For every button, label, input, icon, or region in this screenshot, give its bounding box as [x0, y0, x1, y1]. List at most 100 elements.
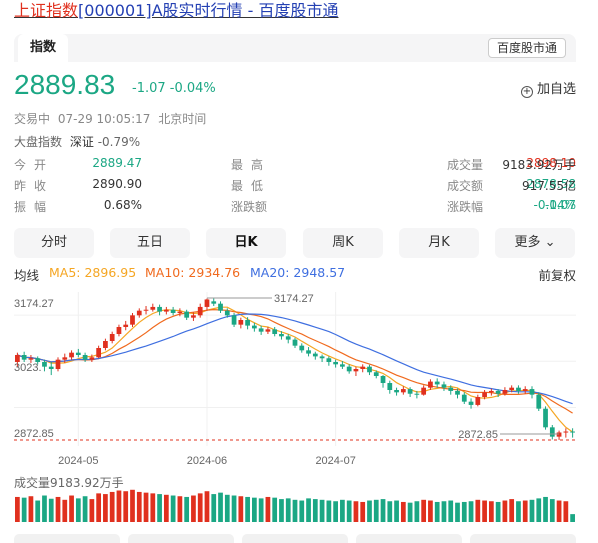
adjust-toggle[interactable]: 前复权: [538, 265, 576, 284]
candle-body: [191, 315, 196, 318]
tab-index[interactable]: 指数: [18, 34, 69, 62]
volume-bar: [394, 500, 399, 522]
period-1[interactable]: 五日: [110, 228, 190, 258]
volume-bar: [258, 498, 264, 522]
volume-bar: [509, 499, 515, 522]
stats-row: 今开 2889.47 最高 2898.10 成交量 9183.92万手: [14, 156, 576, 177]
stat-label: 最低: [231, 179, 272, 193]
volume-bar: [448, 500, 454, 522]
y-label-mid: 3023.: [14, 362, 42, 374]
bottom-tab-2[interactable]: [128, 534, 234, 543]
candle-body: [434, 381, 440, 385]
volume-bar: [455, 502, 460, 522]
volume-bar: [306, 498, 311, 522]
stat-label: 涨跌额: [231, 200, 268, 214]
volume-bar: [468, 501, 474, 522]
volume-bar: [373, 499, 379, 522]
volume-bar: [177, 496, 183, 522]
stat-value: 9183.92万手: [502, 158, 576, 172]
volume-bar: [360, 501, 366, 522]
candle-body: [109, 334, 115, 341]
bottom-tab-5[interactable]: [470, 534, 576, 543]
volume-bar: [62, 499, 68, 522]
volume-bar: [265, 496, 271, 522]
title-link[interactable]: 上证指数[000001]A股实时行情 - 百度股市通: [14, 1, 338, 20]
volume-bar: [109, 491, 115, 522]
candle-body: [197, 306, 203, 316]
volume-chart[interactable]: [0, 488, 598, 524]
candle-body: [488, 390, 494, 393]
candle-body: [346, 366, 352, 372]
candle-body: [367, 366, 372, 373]
volume-bar: [428, 500, 433, 522]
bottom-tab-3[interactable]: [242, 534, 348, 543]
candle-body: [353, 369, 359, 372]
candle-body: [455, 390, 460, 395]
stat-label: 昨收: [14, 179, 55, 193]
candle-body: [252, 325, 257, 329]
ma20-line: [17, 313, 573, 405]
period-0[interactable]: 分时: [14, 228, 94, 258]
max-annotation: 3174.27: [274, 293, 314, 305]
candle-body: [563, 431, 569, 433]
volume-bar: [441, 501, 447, 522]
volume-bar: [272, 497, 278, 522]
bottom-tab-4[interactable]: [356, 534, 462, 543]
volume-bar: [191, 495, 196, 522]
period-4[interactable]: 月K: [399, 228, 479, 258]
candle-body: [482, 392, 487, 397]
ma20-value: MA20: 2948.57: [250, 265, 346, 280]
bottom-tab-1[interactable]: [14, 534, 120, 543]
candle-body: [340, 364, 345, 367]
candle-body: [48, 366, 54, 369]
volume-bar: [204, 491, 210, 522]
volume-bar: [502, 500, 508, 522]
candle-body: [448, 387, 454, 391]
x-label: 2024-05: [58, 455, 98, 467]
volume-bar: [421, 499, 427, 522]
candle-body: [82, 355, 88, 360]
status-text: 交易中: [14, 112, 51, 126]
volume-bar: [380, 499, 386, 522]
candle-body: [441, 384, 447, 388]
candle-body: [407, 389, 413, 394]
candle-body: [150, 306, 156, 310]
period-2[interactable]: 日K: [206, 228, 286, 258]
volume-bar: [197, 493, 203, 522]
volume-bar: [407, 502, 413, 522]
volume-bar: [292, 499, 298, 522]
volume-bar: [516, 501, 521, 522]
volume-bar: [136, 491, 142, 522]
x-label: 2024-07: [315, 455, 355, 467]
add-favorite-button[interactable]: + 加自选: [520, 78, 576, 98]
volume-bar: [35, 500, 41, 522]
volume-bar: [143, 492, 149, 522]
stats-row: 振幅 0.68% 涨跌额 -1.07 涨跌幅 -0.04%: [14, 198, 576, 219]
ma-label[interactable]: 均线: [14, 265, 39, 284]
candle-body: [258, 328, 264, 332]
header-row: 指数 百度股市通: [14, 34, 576, 62]
source-tag[interactable]: 百度股市通: [487, 38, 566, 58]
volume-bar: [42, 495, 47, 522]
page-title[interactable]: 上证指数[000001]A股实时行情 - 百度股市通: [14, 0, 574, 24]
candle-body: [15, 355, 20, 362]
volume-bar: [184, 496, 190, 522]
candle-body: [285, 336, 291, 340]
candle-body: [475, 397, 481, 405]
volume-bar: [28, 496, 34, 522]
stat-value: 2890.90: [92, 177, 142, 191]
period-3[interactable]: 周K: [303, 228, 383, 258]
candle-body: [21, 355, 27, 360]
kline-chart[interactable]: 3174.27 3023. 2872.85 3174.27 2872.85 2024-05…: [0, 288, 598, 468]
volume-bar: [570, 514, 575, 522]
volume-bar: [556, 500, 562, 522]
candle-body: [360, 366, 366, 369]
ma10-value: MA10: 2934.76: [145, 265, 241, 280]
candle-body: [123, 324, 129, 327]
volume-bar: [367, 500, 372, 522]
candle-body: [549, 427, 555, 437]
plus-icon: +: [520, 86, 533, 98]
candle-body: [272, 329, 278, 334]
volume-bar: [434, 501, 440, 522]
period-5[interactable]: 更多 ⌄: [495, 228, 575, 258]
